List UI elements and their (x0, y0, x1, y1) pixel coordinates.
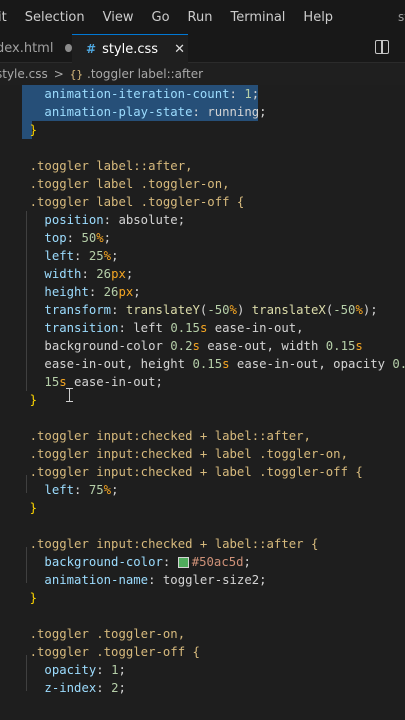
code-line: .toggler input:checked + label .toggler-… (29, 447, 348, 461)
code-line: .toggler input:checked + label::after { (29, 537, 319, 551)
code-line: width: 26px; (44, 267, 134, 281)
code-line: .toggler .toggler-on, (29, 627, 186, 641)
code-line: background-color: #50ac5d; (44, 555, 251, 569)
code-line: transform: translateY(-50%) translateX(-… (44, 303, 378, 317)
code-line: animation-name: toggler-size2; (44, 573, 267, 587)
menu-help[interactable]: Help (294, 10, 342, 25)
breadcrumb-separator: > (53, 67, 64, 81)
menu-bar: it Selection View Go Run Terminal Help s… (0, 0, 405, 34)
code-line: height: 26px; (44, 285, 141, 299)
tab-style-css[interactable]: # style.css ✕ (72, 34, 188, 63)
menu-edit[interactable]: it (0, 10, 16, 25)
menu-view[interactable]: View (94, 10, 143, 25)
code-line: animation-iteration-count: 1; (44, 87, 260, 101)
code-line: } (29, 393, 38, 407)
code-line: .toggler .toggler-off { (29, 645, 200, 659)
code-line: z-index: 2; (44, 681, 126, 695)
code-line: .toggler input:checked + label::after, (29, 429, 311, 443)
code-line: opacity: 1; (44, 663, 126, 677)
tab-label: style.css (102, 41, 159, 57)
code-line: background-color 0.2s ease-out, width 0.… (44, 339, 363, 353)
text-cursor-icon (66, 388, 73, 402)
menu-selection[interactable]: Selection (16, 10, 94, 25)
code-line: .toggler label::after, (29, 159, 193, 173)
code-line: .toggler label .toggler-on, (29, 177, 230, 191)
breadcrumb: style.css > {} .toggler label::after (0, 63, 405, 85)
menu-run[interactable]: Run (179, 10, 222, 25)
close-icon[interactable]: ✕ (174, 42, 185, 57)
split-editor-icon[interactable] (375, 40, 389, 54)
menu-go[interactable]: Go (143, 10, 179, 25)
window-title: st (398, 10, 405, 24)
code-line: animation-play-state: running; (44, 105, 267, 119)
code-line: left: 25%; (44, 249, 119, 263)
code-line: .toggler label .toggler-off { (29, 195, 245, 209)
breadcrumb-file[interactable]: style.css (0, 67, 48, 81)
css-file-icon: # (86, 42, 97, 56)
menu-terminal[interactable]: Terminal (221, 10, 294, 25)
code-editor[interactable]: animation-iteration-count: 1; animation-… (0, 85, 405, 720)
code-line: } (29, 591, 38, 605)
code-line: top: 50%; (44, 231, 112, 245)
breadcrumb-symbol[interactable]: .toggler label::after (87, 67, 203, 81)
tab-bar: dex.html # style.css ✕ (0, 34, 405, 63)
tab-label: dex.html (0, 40, 54, 56)
tab-index-html[interactable]: dex.html (0, 34, 72, 62)
symbol-class-icon: {} (69, 67, 84, 81)
code-line: transition: left 0.15s ease-in-out, (44, 321, 304, 335)
code-line: ease-in-out, height 0.15s ease-in-out, o… (44, 357, 405, 371)
code-line: } (29, 123, 38, 137)
color-swatch[interactable] (177, 557, 189, 568)
code-line: 15s ease-in-out; (44, 375, 163, 389)
code-line: left: 75%; (44, 483, 119, 497)
code-line: position: absolute; (44, 213, 186, 227)
code-line: } (29, 501, 38, 515)
code-line: .toggler input:checked + label .toggler-… (29, 465, 363, 479)
